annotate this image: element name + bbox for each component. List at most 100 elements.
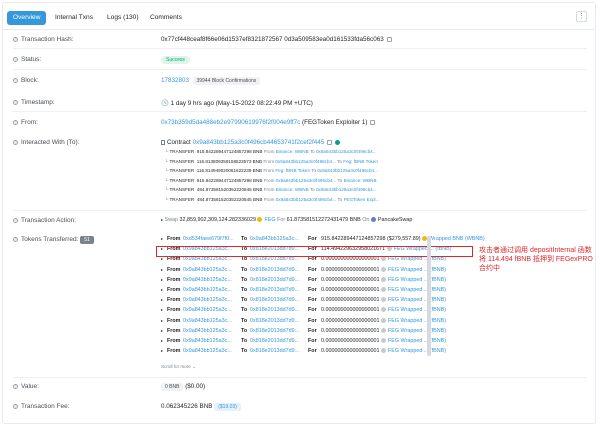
- action-swap: Swap: [164, 217, 179, 223]
- token-from-link[interactable]: 0x9a843bb125a3c...: [183, 287, 232, 293]
- token-name-link[interactable]: FEG Wrapped ... (fBNB): [388, 297, 446, 303]
- token-icon: [380, 276, 386, 282]
- action-token[interactable]: FEG: [264, 217, 275, 223]
- token-icon: [380, 327, 386, 333]
- token-name-link[interactable]: FEG Wrapped ... (fBNB): [388, 328, 446, 334]
- transfer-to-link[interactable]: 0x9a843bb125a3c0f496cb4...: [317, 168, 378, 173]
- token-to-link[interactable]: 0x818e2013dd7d9...: [250, 256, 299, 262]
- status-label-text: Status:: [21, 56, 42, 63]
- token-to-link[interactable]: 0x818e2013dd7d9...: [250, 318, 299, 324]
- token-from-link[interactable]: 0x9a843bb125a3c...: [183, 338, 232, 344]
- token-name-link[interactable]: FEG Wrapped ... (fBNB): [388, 307, 446, 313]
- token-to-link[interactable]: 0x818e2013dd7d9...: [250, 338, 299, 344]
- token-to-link[interactable]: 0x818e2013dd7d9...: [250, 267, 299, 273]
- token-amount: 0.000000000000000001: [321, 287, 380, 293]
- token-from-label: From: [167, 236, 181, 242]
- transfer-to-link[interactable]: Feg: fBNB Token: [343, 159, 378, 164]
- value-badge: 0 BNB: [161, 383, 184, 391]
- transfer-to-label: To: [337, 196, 343, 202]
- transfer-to-link[interactable]: FEGToken Expl...: [344, 197, 380, 202]
- divider: [13, 377, 587, 378]
- hash-value: 0x77cf448ceaf8f66e06d1537ef8321872567 0d…: [161, 36, 392, 43]
- transfer-from-label: From: [263, 187, 275, 192]
- confirmations-badge: 39944 Block Confirmations: [192, 77, 261, 85]
- token-from-link[interactable]: 0x9a843bb125a3c...: [183, 277, 232, 283]
- token-from-link[interactable]: 0x9a843bb125a3c...: [183, 348, 232, 354]
- transfer-to-link[interactable]: 0x9a843bb125a3c0f496cb4...: [316, 149, 377, 154]
- transfer-from-link[interactable]: 0x9a843bb125a3c0f496cb4...: [276, 178, 337, 183]
- token-name-link[interactable]: FEG Wrapped ... (fBNB): [388, 277, 446, 283]
- token-to-link[interactable]: 0x818e2013dd7d9...: [250, 277, 299, 283]
- token-name-link[interactable]: FEG Wrapped ... (fBNB): [388, 348, 446, 354]
- token-from-link[interactable]: 0x9a843bb125a3c...: [183, 328, 232, 334]
- token-to-label: To: [241, 276, 248, 283]
- token-to-link[interactable]: 0x818e2013dd7d9...: [250, 348, 299, 354]
- token-from-link[interactable]: 0x9a843bb125a3c...: [183, 318, 232, 324]
- transfer-type: TRANSFER: [169, 177, 195, 183]
- transfer-from-link[interactable]: Feg: fBNB Token: [275, 168, 310, 173]
- from-address-link[interactable]: 0x73b359d5da488eb2e97990619976f2f004e9ff…: [161, 119, 300, 126]
- token-to-link[interactable]: 0x818e2013dd7d9...: [250, 328, 299, 334]
- timestamp-label-text: Timestamp:: [21, 99, 55, 106]
- token-to-link[interactable]: 0x818e2013dd7d9...: [250, 287, 299, 293]
- token-to-link[interactable]: 0x9a843bb125a3c...: [250, 236, 299, 242]
- token-from-link[interactable]: 0x9a843bb125a3c...: [183, 267, 232, 273]
- token-from-link[interactable]: 0x9a843bb125a3c...: [183, 256, 232, 262]
- copy-icon[interactable]: [386, 36, 392, 42]
- block-link[interactable]: 17832803: [161, 77, 189, 84]
- more-options-icon[interactable]: ⋮: [576, 11, 587, 22]
- copy-icon[interactable]: [370, 119, 376, 125]
- interacted-value: Contract 0x9a843bb125a3c0f496cb44653741f…: [161, 139, 341, 146]
- token-name-link[interactable]: FEG Wrapped ... (fBNB): [388, 318, 446, 324]
- tab-comments[interactable]: Comments: [144, 11, 188, 25]
- token-amount-group: 915.842289447124857298 ($279,557.89) Wra…: [321, 236, 485, 242]
- help-icon: ?: [13, 119, 18, 125]
- token-name-link[interactable]: FEG Wrapped ... (fBNB): [388, 287, 446, 293]
- action-dex[interactable]: PancakeSwap: [378, 217, 412, 223]
- tokens-label: ? Tokens Transferred: 51: [13, 236, 94, 244]
- help-icon: ?: [13, 36, 18, 42]
- transfer-to-label: To: [309, 187, 315, 192]
- transfer-from-link[interactable]: 0x9a843bb125a3c0f496cb4...: [275, 159, 336, 164]
- triangle-icon: ▸: [161, 266, 164, 272]
- value-usd: ($0.00): [185, 383, 206, 390]
- help-icon: ?: [13, 139, 18, 145]
- tab-overview[interactable]: Overview: [7, 11, 47, 25]
- fee-value: 0.062345226 BNB ($19.03): [161, 403, 241, 411]
- token-amount: 0.000000000000000001: [321, 307, 380, 314]
- token-to-link[interactable]: 0x818e2013dd7d9...: [250, 297, 299, 303]
- token-for-label: For: [308, 266, 317, 273]
- transfer-type: TRANSFER: [169, 187, 195, 192]
- token-to-link[interactable]: 0x818e2013dd7d9...: [250, 307, 299, 313]
- transfer-from-link[interactable]: Binance: WBNB: [276, 187, 309, 192]
- token-to-label: To: [241, 297, 248, 304]
- token-to-label: To: [241, 307, 248, 314]
- token-name-link[interactable]: FEG Wrapped ... (fBNB): [388, 256, 446, 262]
- token-name-link[interactable]: Wrapped BNB (WBNB): [429, 236, 485, 242]
- token-list-scrollbar[interactable]: [427, 236, 431, 356]
- token-name-link[interactable]: FEG Wrapped ... (fBNB): [388, 267, 446, 273]
- token-from-link[interactable]: 0xd534faee679f7f0...: [183, 236, 234, 242]
- transfer-to-link[interactable]: 0x9a843bb125a3c0f496cb4...: [316, 187, 377, 192]
- transfer-from-link[interactable]: Binance: WBNB: [276, 149, 309, 154]
- contract-link[interactable]: 0x9a843bb125a3c0f496cb44653741f2cef2f445: [193, 139, 325, 146]
- fee-usd-badge: ($19.03): [214, 403, 241, 411]
- token-to-label: To: [241, 266, 248, 273]
- token-amount: 0.000000000000000001: [321, 297, 380, 304]
- token-for-label: For: [308, 348, 317, 355]
- action-amount: 32,859,902,309,124.282336029: [179, 217, 256, 223]
- copy-icon[interactable]: [327, 139, 333, 145]
- token-to-label: To: [241, 348, 248, 355]
- tab-internal-txns[interactable]: Internal Txns: [49, 11, 99, 25]
- scroll-more-label: Scroll for more: [161, 364, 191, 369]
- triangle-icon: ▸: [161, 307, 164, 313]
- transfer-to-link[interactable]: Binance: WBNB: [344, 178, 377, 183]
- transfer-from-link[interactable]: 0x9a843bb125a3c0f496cb4...: [276, 197, 337, 202]
- token-from-link[interactable]: 0x9a843bb125a3c...: [183, 297, 232, 303]
- token-from-link[interactable]: 0x9a843bb125a3c...: [183, 307, 232, 313]
- token-name-link[interactable]: FEG Wrapped ... (fBNB): [388, 338, 446, 344]
- token-from-label: From: [167, 348, 181, 355]
- tab-logs[interactable]: Logs (130): [101, 11, 145, 25]
- token-for-label: For: [308, 236, 317, 242]
- token-to-label: To: [241, 338, 248, 344]
